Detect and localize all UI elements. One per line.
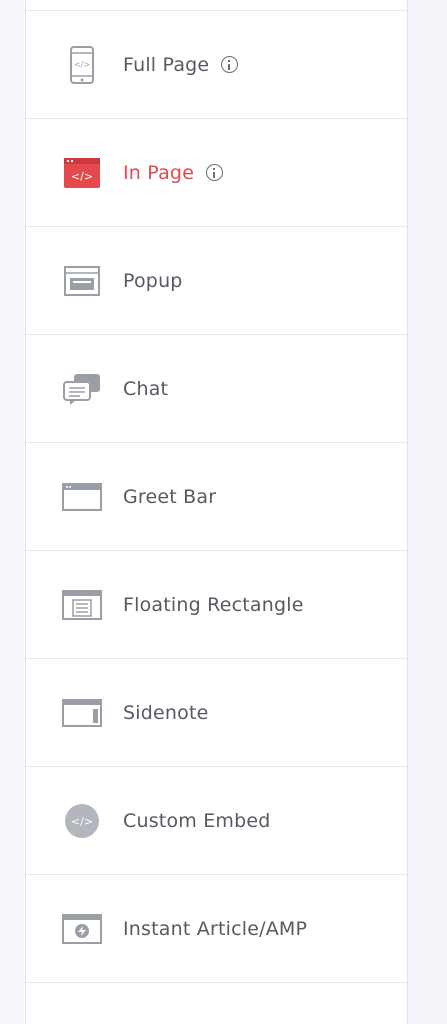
menu-item-custom-embed[interactable]: </> Custom Embed (26, 767, 407, 875)
left-gutter (0, 0, 26, 1024)
menu-item-floating-rectangle[interactable]: Floating Rectangle (26, 551, 407, 659)
menu-item-label: Custom Embed (123, 809, 271, 832)
menu-item-label: Floating Rectangle (123, 593, 304, 616)
menu-item-label: Chat (123, 377, 169, 400)
svg-text:</>: </> (71, 815, 93, 828)
empty-row (26, 983, 407, 1027)
svg-text:</>: </> (74, 60, 90, 69)
floating-rectangle-icon (59, 585, 105, 625)
phone-code-icon: </> (59, 45, 105, 85)
chat-bubbles-icon (59, 369, 105, 409)
menu-item-label: Greet Bar (123, 485, 217, 508)
greet-bar-icon (59, 477, 105, 517)
menu-item-in-page[interactable]: </> In Page (26, 119, 407, 227)
menu-item-greet-bar[interactable]: Greet Bar (26, 443, 407, 551)
menu-item-sidenote[interactable]: Sidenote (26, 659, 407, 767)
info-icon[interactable] (206, 164, 224, 181)
menu-item-label: Full Page (123, 53, 210, 76)
browser-code-icon: </> (59, 153, 105, 193)
right-panel-edge (407, 0, 447, 1024)
menu-item-chat[interactable]: Chat (26, 335, 407, 443)
info-icon[interactable] (221, 56, 239, 73)
type-menu: </> Full Page </> In Page Popup Chat Gre… (26, 10, 407, 1025)
menu-item-popup[interactable]: Popup (26, 227, 407, 335)
menu-item-label: Popup (123, 269, 183, 292)
menu-item-label: Sidenote (123, 701, 209, 724)
svg-text:</>: </> (71, 170, 93, 183)
sidenote-icon (59, 693, 105, 733)
menu-item-full-page[interactable]: </> Full Page (26, 11, 407, 119)
custom-embed-icon: </> (59, 801, 105, 841)
popup-window-icon (59, 261, 105, 301)
instant-article-icon (59, 909, 105, 949)
menu-item-label: In Page (123, 161, 195, 184)
menu-item-instant-article[interactable]: Instant Article/AMP (26, 875, 407, 983)
menu-item-label: Instant Article/AMP (123, 917, 308, 940)
